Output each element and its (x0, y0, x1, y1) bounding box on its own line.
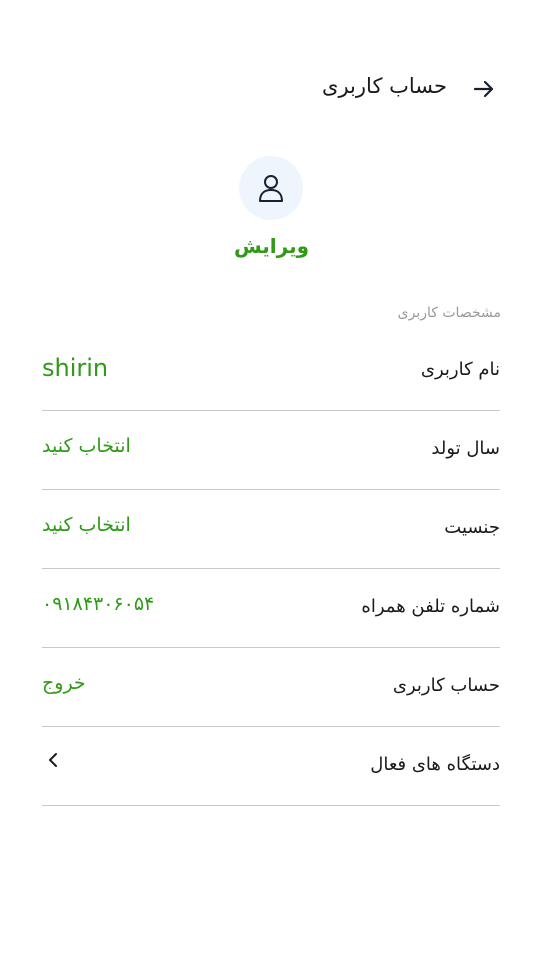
birth-year-row[interactable]: سال تولد انتخاب کنید (42, 411, 500, 490)
username-value[interactable]: shirin (42, 354, 108, 382)
chevron-left-icon[interactable] (42, 749, 64, 771)
section-title: مشخصات کاربری (397, 305, 501, 321)
phone-label: شماره تلفن همراه (361, 596, 500, 617)
birth-year-select[interactable]: انتخاب کنید (42, 435, 131, 457)
back-button[interactable] (471, 76, 497, 102)
header: حساب کاربری (0, 60, 543, 116)
page-title: حساب کاربری (322, 74, 447, 98)
phone-value[interactable]: ۰۹۱۸۴۳۰۶۰۵۴ (42, 593, 154, 615)
arrow-right-icon (473, 80, 494, 98)
gender-select[interactable]: انتخاب کنید (42, 514, 131, 536)
logout-button[interactable]: خروج (42, 672, 86, 694)
account-row: حساب کاربری خروج (42, 648, 500, 727)
active-devices-row[interactable]: دستگاه های فعال (42, 727, 500, 806)
avatar[interactable] (239, 156, 303, 220)
profile-details-list: نام کاربری shirin سال تولد انتخاب کنید ج… (42, 332, 500, 806)
gender-row[interactable]: جنسیت انتخاب کنید (42, 490, 500, 569)
phone-row[interactable]: شماره تلفن همراه ۰۹۱۸۴۳۰۶۰۵۴ (42, 569, 500, 648)
edit-profile-link[interactable]: ویرایش (0, 234, 543, 258)
username-row[interactable]: نام کاربری shirin (42, 332, 500, 411)
active-devices-label: دستگاه های فعال (370, 754, 500, 775)
gender-label: جنسیت (444, 517, 500, 538)
user-icon (259, 175, 283, 202)
username-label: نام کاربری (420, 359, 500, 380)
account-label: حساب کاربری (392, 675, 500, 696)
birth-year-label: سال تولد (431, 438, 500, 459)
